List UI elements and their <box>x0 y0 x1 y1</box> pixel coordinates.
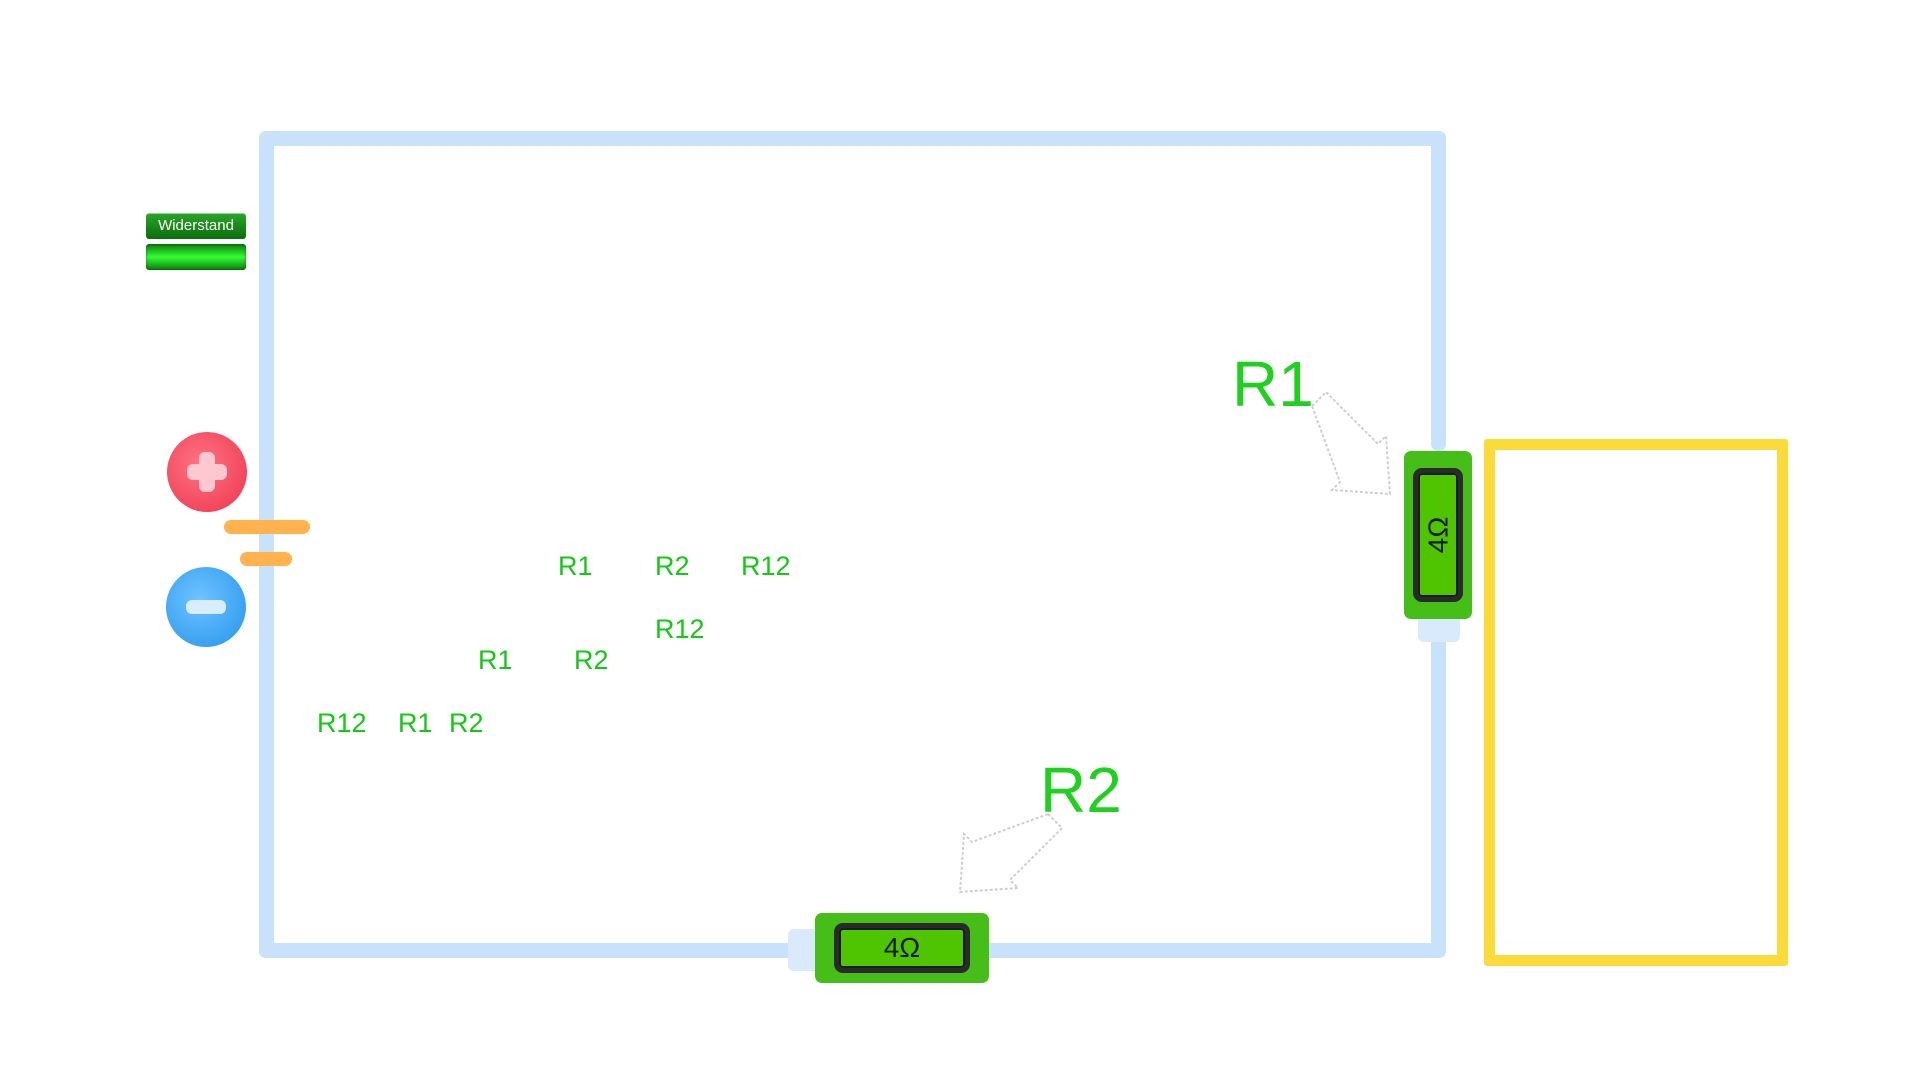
wire-right-upper <box>1431 131 1446 451</box>
wire-left <box>259 131 274 958</box>
widerstand-palette-button[interactable]: Widerstand <box>146 213 246 271</box>
battery-positive-plate <box>224 520 310 534</box>
battery-negative-plate <box>240 552 292 566</box>
resistor-r2-value: 4Ω <box>883 932 921 963</box>
drop-label-r2[interactable]: R2 <box>574 647 609 674</box>
drop-label-r1[interactable]: R1 <box>558 553 593 580</box>
minus-terminal[interactable] <box>166 567 246 647</box>
drop-zone-box[interactable] <box>1484 439 1788 966</box>
resistor-r1[interactable]: 4Ω <box>1404 451 1472 619</box>
widerstand-label: Widerstand <box>146 213 246 239</box>
wire-top <box>259 131 1446 146</box>
r2-arrow-icon <box>958 812 1064 894</box>
drop-label-r12[interactable]: R12 <box>317 710 367 737</box>
circuit-workspace: Widerstand 4Ω 4Ω R1 R2 R1 R2 R12 R12 R1 … <box>0 0 1920 1074</box>
resistor-r1-value: 4Ω <box>1421 516 1453 554</box>
drop-label-r12[interactable]: R12 <box>655 616 705 643</box>
drop-label-r2[interactable]: R2 <box>655 553 690 580</box>
wire-right-lower <box>1431 630 1446 958</box>
resistor-r2-core: 4Ω <box>839 928 965 968</box>
drop-label-r1[interactable]: R1 <box>478 647 513 674</box>
r1-arrow-icon <box>1310 392 1392 496</box>
plus-terminal[interactable] <box>167 432 247 512</box>
drop-label-r2[interactable]: R2 <box>449 710 484 737</box>
resistor-r1-core: 4Ω <box>1418 473 1458 597</box>
drop-label-r12[interactable]: R12 <box>741 553 791 580</box>
widerstand-resistor-bar <box>146 244 246 270</box>
drop-label-r1[interactable]: R1 <box>398 710 433 737</box>
